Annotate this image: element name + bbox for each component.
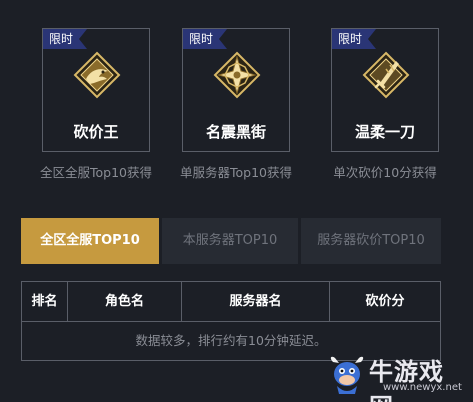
column-header-bargain-score: 砍价分	[365, 294, 405, 309]
tab-all-servers-top10[interactable]: 全区全服TOP10	[21, 218, 159, 264]
badge-card-mingzhenheijie[interactable]: 限时 名震黑街	[182, 28, 290, 152]
column-header-rank: 排名	[22, 282, 68, 321]
badge-list: 限时 砍价王 全区全服Top10获得 限时 名震黑街 单服务器Top10获得 限…	[0, 28, 473, 188]
badge-name: 名震黑街	[205, 123, 266, 141]
badge-name: 砍价王	[73, 123, 119, 141]
badge-desc: 全区全服Top10获得	[40, 165, 152, 180]
tab-this-server-top10[interactable]: 本服务器TOP10	[162, 218, 298, 264]
limited-tag: 限时	[332, 29, 377, 49]
watermark-url: www.newyx.net	[383, 382, 462, 393]
ox-mascot-icon	[330, 356, 364, 394]
ranking-table: 排名 角色名 服务器名 砍价分 数据较多，排行约有10分钟延迟。	[21, 281, 441, 361]
table-header: 排名 角色名 服务器名 砍价分	[22, 282, 440, 322]
star-emblem-icon	[213, 51, 261, 99]
tab-server-bargain-top10[interactable]: 服务器砍价TOP10	[301, 218, 441, 264]
badge-name: 温柔一刀	[354, 123, 415, 141]
watermark-brand: 牛游戏网	[369, 358, 444, 402]
badge-desc: 单次砍价10分获得	[333, 165, 437, 180]
column-header-server-name: 服务器名	[182, 282, 330, 321]
column-header-role-name: 角色名	[68, 282, 182, 321]
badge-card-kanjiawang[interactable]: 限时 砍价王	[42, 28, 150, 152]
dragon-emblem-icon	[73, 51, 121, 99]
blade-emblem-icon	[362, 51, 410, 99]
badge-desc: 单服务器Top10获得	[180, 165, 292, 180]
limited-tag: 限时	[183, 29, 228, 49]
ranking-tabs: 全区全服TOP10 本服务器TOP10 服务器砍价TOP10	[21, 218, 441, 264]
limited-tag: 限时	[43, 29, 88, 49]
watermark: 牛游戏网 www.newyx.net	[327, 352, 467, 402]
badge-card-wenrouyidao[interactable]: 限时 温柔一刀	[331, 28, 439, 152]
